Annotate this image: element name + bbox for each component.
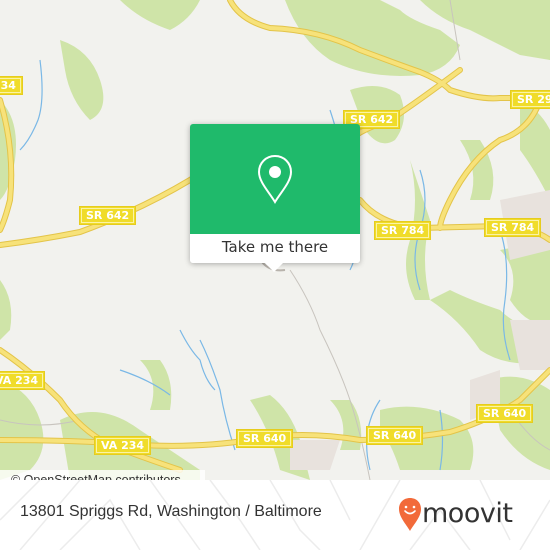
road-label: SR 640 (366, 426, 424, 445)
road-label: SR 640 (476, 404, 534, 423)
road-label: SR 294 (510, 90, 550, 109)
brand-name: moovit (422, 498, 513, 529)
popup-pointer (265, 263, 283, 272)
road-label: 234 (0, 76, 23, 95)
destination-popup: Take me there (190, 124, 360, 272)
road-label: SR 784 (484, 218, 542, 237)
road-label: SR 784 (374, 221, 432, 240)
address-text: 13801 Spriggs Rd, Washington / Baltimore (20, 503, 322, 520)
road-label: VA 234 (0, 371, 46, 390)
take-me-there-button[interactable]: Take me there (190, 234, 360, 263)
map-attribution[interactable]: © OpenStreetMap contributors (0, 470, 205, 480)
moovit-pin-icon (399, 498, 421, 531)
map-view[interactable]: SR 642 SR 642 SR 294 SR 784 SR 784 VA 23… (0, 0, 550, 480)
road-label: VA 234 (94, 436, 152, 455)
road-label: SR 640 (236, 429, 294, 448)
map-pin-icon (257, 154, 293, 204)
footer-bar: 13801 Spriggs Rd, Washington / Baltimore… (0, 480, 550, 550)
road-label: SR 642 (79, 206, 137, 225)
moovit-logo[interactable]: moovit (398, 494, 548, 534)
popup-header (190, 124, 360, 234)
